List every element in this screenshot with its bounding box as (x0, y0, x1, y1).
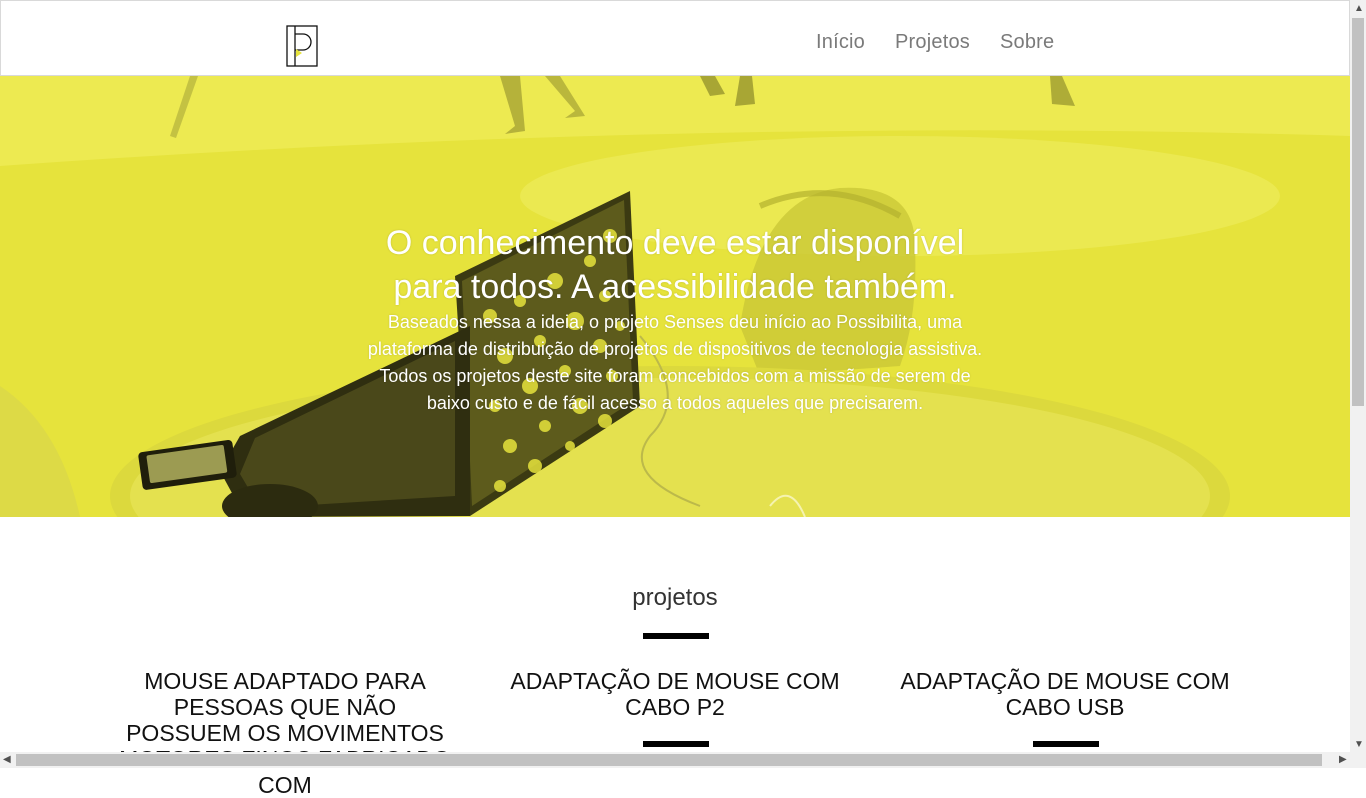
project-card-title-2[interactable]: Adaptação de mouse com cabo P2 (505, 668, 845, 720)
possibilita-logo-icon[interactable] (286, 25, 318, 67)
nav-link-sobre[interactable]: Sobre (1000, 31, 1054, 54)
hero-title: O conhecimento deve estar disponível par… (385, 224, 965, 306)
nav-link-projetos[interactable]: Projetos (895, 31, 970, 54)
vertical-scrollbar-thumb[interactable] (1352, 18, 1364, 406)
navbar: Início Projetos Sobre (0, 0, 1350, 76)
projects-heading: projetos (632, 584, 718, 611)
project-card-title-1[interactable]: Mouse adaptado para pessoas que não poss… (115, 668, 455, 798)
horizontal-scrollbar-thumb[interactable] (16, 754, 1322, 766)
project-2-divider (643, 741, 709, 747)
scroll-down-arrow-icon[interactable]: ▼ (1354, 740, 1364, 750)
projects-heading-divider (643, 633, 709, 639)
scroll-up-arrow-icon[interactable]: ▲ (1354, 4, 1364, 14)
nav-menu: Início Projetos Sobre (816, 31, 1054, 54)
project-card-title-3[interactable]: Adaptação de mouse com cabo USB (895, 668, 1235, 720)
nav-link-inicio[interactable]: Início (816, 31, 865, 54)
hero-text-block: O conhecimento deve estar disponível par… (355, 221, 995, 417)
hero-description: Baseados nessa a ideia, o projeto Senses… (367, 312, 983, 413)
scroll-right-arrow-icon[interactable]: ▶ (1339, 755, 1347, 765)
hero-banner: O conhecimento deve estar disponível par… (0, 76, 1350, 517)
project-3-divider (1033, 741, 1099, 747)
scroll-left-arrow-icon[interactable]: ◀ (3, 755, 11, 765)
